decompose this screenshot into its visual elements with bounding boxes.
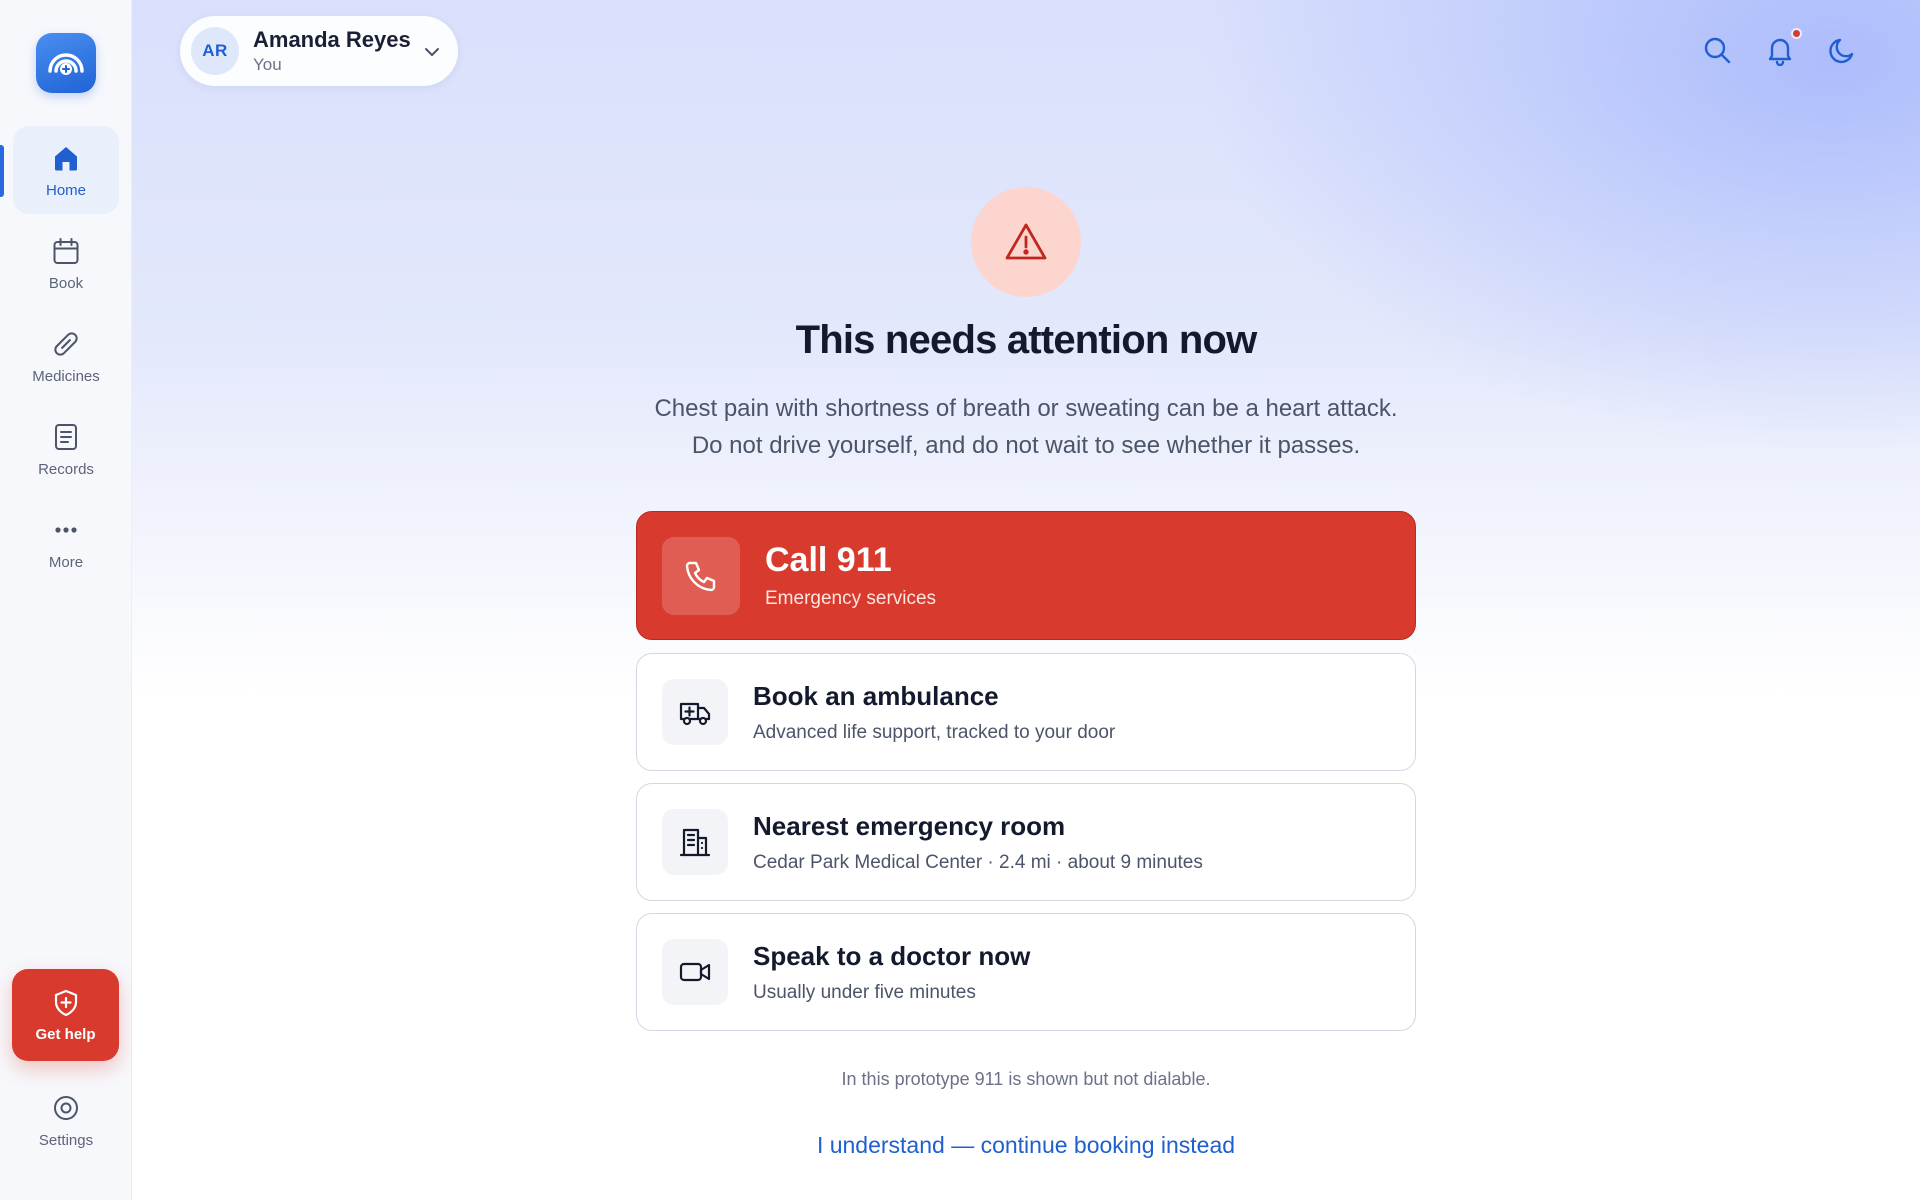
action-subtitle: Cedar Park Medical Center · 2.4 mi · abo… bbox=[753, 851, 1203, 873]
action-subtitle: Advanced life support, tracked to your d… bbox=[753, 721, 1116, 743]
alert-line-2: Do not drive yourself, and do not wait t… bbox=[691, 432, 1361, 459]
action-title: Nearest emergency room bbox=[753, 810, 1066, 841]
sidebar-item-book[interactable]: Book bbox=[13, 219, 119, 307]
sidebar-item-settings[interactable]: Settings bbox=[13, 1076, 119, 1164]
document-icon bbox=[55, 423, 77, 450]
notification-badge bbox=[1791, 28, 1802, 39]
more-icon bbox=[55, 526, 77, 533]
calendar-icon bbox=[53, 237, 79, 264]
hospital-icon bbox=[679, 828, 711, 857]
prototype-notice: In this prototype 911 is shown but not d… bbox=[841, 1069, 1211, 1089]
continue-booking-link[interactable]: I understand — continue booking instead bbox=[626, 1132, 1426, 1159]
warning-icon bbox=[1005, 223, 1047, 260]
sidebar-item-medicines[interactable]: Medicines bbox=[13, 312, 119, 400]
sidebar: Home Book Medicines Records More Get hel… bbox=[0, 0, 132, 1200]
profile-name: Amanda Reyes bbox=[253, 27, 411, 52]
sidebar-item-label: Home bbox=[45, 181, 86, 199]
sidebar-item-label: Settings bbox=[38, 1131, 94, 1149]
phone-icon-box bbox=[662, 536, 740, 615]
sidebar-item-label: More bbox=[48, 553, 84, 571]
sidebar-item-records[interactable]: Records bbox=[13, 405, 119, 493]
bell-icon[interactable] bbox=[1764, 34, 1796, 66]
sidebar-item-label: Medicines bbox=[32, 367, 100, 385]
ambulance-icon bbox=[679, 702, 711, 726]
avatar: AR bbox=[191, 27, 239, 75]
call-911-button[interactable]: Call 911 Emergency services bbox=[636, 511, 1416, 640]
action-subtitle: Usually under five minutes bbox=[753, 981, 976, 1003]
active-nav-indicator bbox=[0, 145, 4, 197]
hospital-icon-box bbox=[662, 809, 728, 875]
home-icon bbox=[55, 146, 77, 170]
profile-switcher[interactable]: AR Amanda Reyes You bbox=[180, 16, 458, 86]
search-icon[interactable] bbox=[1701, 34, 1733, 66]
page-title: This needs attention now bbox=[795, 318, 1258, 362]
logo-icon bbox=[48, 53, 84, 75]
pill-icon bbox=[54, 331, 78, 356]
action-title: Call 911 bbox=[765, 541, 892, 579]
action-title: Book an ambulance bbox=[753, 680, 999, 711]
alert-description: Chest pain with shortness of breath or s… bbox=[526, 390, 1526, 464]
action-title: Speak to a doctor now bbox=[753, 940, 1031, 971]
video-icon-box bbox=[662, 939, 728, 1005]
app-logo[interactable] bbox=[36, 33, 96, 93]
alert-line-1: Chest pain with shortness of breath or s… bbox=[654, 395, 1398, 422]
book-ambulance-button[interactable]: Book an ambulance Advanced life support,… bbox=[636, 653, 1416, 771]
video-icon bbox=[679, 962, 711, 982]
ambulance-icon-box bbox=[662, 679, 728, 745]
sidebar-item-label: Records bbox=[38, 460, 94, 478]
get-help-button[interactable]: Get help bbox=[12, 969, 119, 1061]
speak-to-doctor-button[interactable]: Speak to a doctor now Usually under five… bbox=[636, 913, 1416, 1031]
moon-icon[interactable] bbox=[1827, 34, 1859, 66]
sidebar-item-home[interactable]: Home bbox=[13, 126, 119, 214]
nearest-er-button[interactable]: Nearest emergency room Cedar Park Medica… bbox=[636, 783, 1416, 901]
sidebar-item-label: Book bbox=[48, 274, 84, 292]
alert-badge bbox=[971, 187, 1081, 297]
sidebar-item-more[interactable]: More bbox=[13, 498, 119, 586]
chevron-down-icon bbox=[425, 48, 439, 56]
settings-icon bbox=[54, 1095, 78, 1120]
action-subtitle: Emergency services bbox=[765, 588, 937, 609]
profile-relation: You bbox=[253, 55, 282, 74]
shield-plus-icon bbox=[54, 989, 77, 1016]
get-help-label: Get help bbox=[35, 1025, 96, 1043]
phone-icon bbox=[685, 561, 716, 591]
